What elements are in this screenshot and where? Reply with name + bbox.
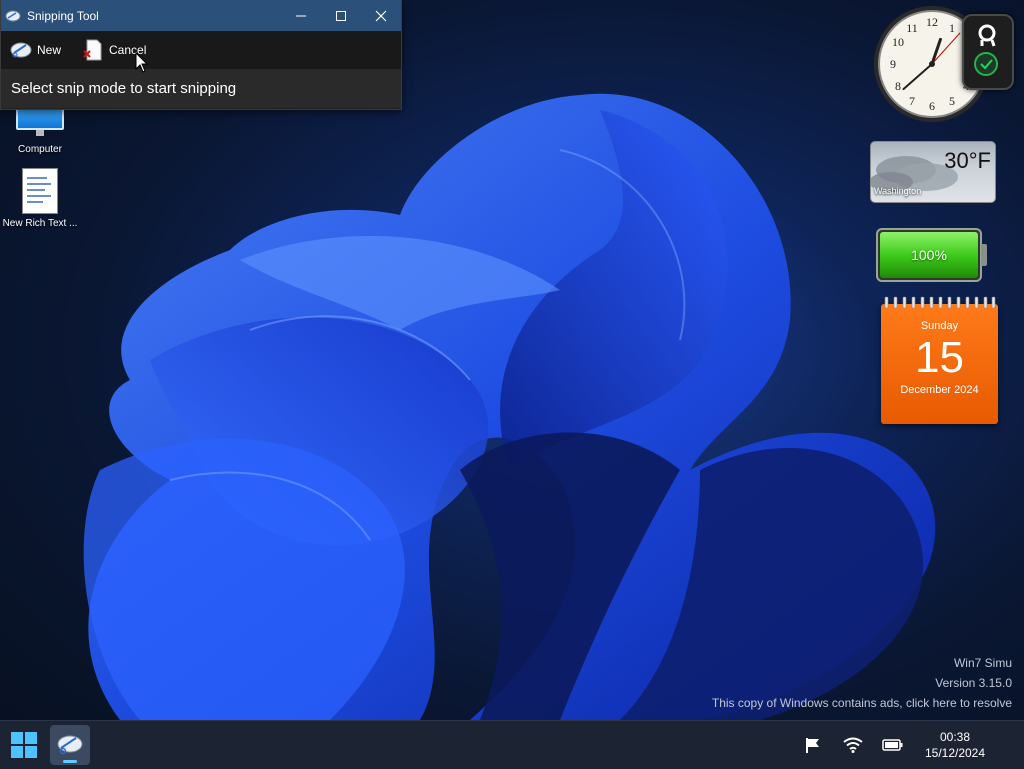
watermark-notice-link[interactable]: This copy of Windows contains ads, click… (712, 693, 1012, 713)
taskbar: 00:38 15/12/2024 (0, 720, 1024, 769)
close-button[interactable] (361, 0, 401, 31)
instruction-text: Select snip mode to start snipping (1, 69, 401, 108)
new-label: New (37, 43, 62, 57)
weather-temperature: 30°F (944, 148, 991, 173)
battery-tray-button[interactable] (882, 735, 904, 755)
calendar-gadget[interactable]: Sunday 15 December 2024 (881, 296, 998, 424)
desktop-icon-computer[interactable]: Computer (0, 102, 80, 155)
toolbar: New Cancel (1, 31, 401, 69)
calendar-month-year: December 2024 (900, 384, 979, 396)
start-button[interactable] (6, 727, 42, 763)
wifi-icon (843, 737, 863, 753)
gadget-settings-icon[interactable] (978, 24, 996, 47)
desktop-icon-label: Computer (18, 144, 62, 155)
close-icon (375, 10, 387, 21)
svg-text:10: 10 (892, 35, 904, 49)
battery-tray-icon (882, 739, 903, 751)
battery-percent: 100% (911, 247, 947, 263)
sidebar-icons (974, 24, 998, 76)
mouse-cursor-icon (135, 52, 149, 73)
flag-icon (806, 738, 819, 753)
svg-text:12: 12 (926, 15, 938, 29)
title-bar[interactable]: Snipping Tool (1, 0, 401, 31)
weather-gadget[interactable]: 30°F Washington (870, 141, 996, 203)
watermark-version: Version 3.15.0 (935, 676, 1012, 690)
snipping-tool-icon (57, 735, 83, 755)
gadget-sidebar-controls (962, 14, 1014, 90)
svg-text:7: 7 (909, 94, 915, 108)
taskbar-date: 15/12/2024 (924, 746, 986, 760)
snipping-tool-window: Snipping Tool New Cancel Select snip mod… (0, 0, 402, 110)
windows-logo-icon (11, 732, 37, 758)
calendar-day: 15 (915, 333, 964, 382)
window-title: Snipping Tool (27, 8, 99, 23)
desktop-icon-label: New Rich Text ... (2, 218, 78, 229)
svg-text:1: 1 (949, 21, 955, 35)
taskbar-snipping-tool[interactable] (50, 725, 90, 765)
maximize-button[interactable] (321, 0, 361, 31)
cancel-icon (83, 39, 102, 61)
snipping-tool-icon (5, 10, 21, 21)
new-snip-button[interactable]: New (9, 35, 61, 65)
svg-text:9: 9 (890, 57, 896, 71)
active-indicator (63, 760, 77, 763)
battery-gadget[interactable]: 100% (876, 228, 988, 282)
svg-text:11: 11 (906, 21, 918, 35)
new-snip-icon (10, 42, 32, 58)
maximize-icon (336, 10, 346, 21)
svg-text:5: 5 (949, 94, 955, 108)
watermark-product: Win7 Simu (953, 656, 1012, 670)
minimize-icon (296, 15, 306, 16)
taskbar-time: 00:38 (939, 730, 971, 744)
network-button[interactable] (842, 735, 864, 755)
svg-text:6: 6 (929, 99, 935, 113)
calendar-page: Sunday 15 December 2024 (881, 304, 998, 424)
svg-text:8: 8 (895, 79, 901, 93)
action-center-flag[interactable] (802, 735, 824, 755)
desktop-icon-rich-text[interactable]: New Rich Text ... (0, 168, 80, 229)
document-icon (22, 168, 58, 214)
activation-watermark: Win7 Simu Version 3.15.0 This copy of Wi… (712, 653, 1012, 713)
calendar-rings-icon (884, 296, 996, 309)
check-icon[interactable] (974, 52, 998, 76)
weather-city: Washington (874, 186, 922, 196)
calendar-weekday: Sunday (920, 320, 959, 332)
minimize-button[interactable] (281, 0, 321, 31)
taskbar-clock[interactable]: 00:38 15/12/2024 (914, 729, 996, 761)
